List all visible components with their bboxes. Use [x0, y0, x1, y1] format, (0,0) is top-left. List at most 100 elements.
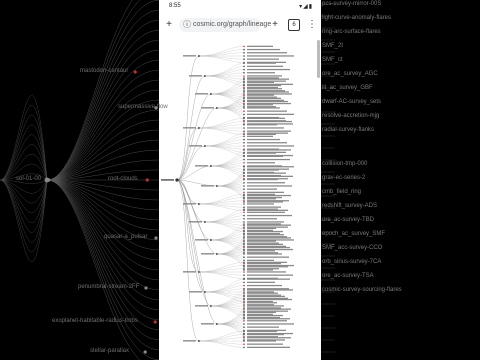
tree-leaf-node[interactable] [243, 162, 245, 164]
tree-leaf-node[interactable] [243, 117, 245, 120]
tree-leaf-node[interactable] [243, 295, 245, 298]
tree-leaf-node[interactable] [243, 261, 245, 264]
tree-leaf-node[interactable] [243, 132, 245, 134]
tree-leaf-node[interactable] [243, 253, 245, 255]
tree-leaf-node[interactable] [243, 155, 245, 158]
tree-leaf-node[interactable] [243, 304, 245, 306]
tree-leaf-node[interactable] [243, 145, 245, 147]
tree-leaf-node[interactable] [243, 80, 245, 82]
tree-leaf-node[interactable] [243, 135, 245, 138]
tree-leaf-node[interactable] [243, 333, 245, 336]
tree-leaf-node[interactable] [243, 264, 245, 267]
tree-leaf-node[interactable] [243, 316, 245, 319]
plus-icon[interactable]: + [163, 19, 175, 31]
tree-leaf-node[interactable] [243, 320, 245, 322]
tree-leaf-node[interactable] [243, 223, 245, 225]
tree-leaf-node[interactable] [243, 62, 245, 64]
tree-leaf-node[interactable] [243, 72, 245, 74]
tree-leaf-node[interactable] [243, 142, 245, 144]
tree-leaf-node[interactable] [243, 250, 245, 252]
tree-leaf-node[interactable] [243, 77, 245, 79]
tree-leaf-node[interactable] [243, 289, 245, 291]
tree-leaf-node[interactable] [243, 259, 245, 262]
tree-leaf-node[interactable] [243, 218, 245, 220]
tree-leaf-node[interactable] [243, 200, 245, 202]
tree-leaf-node[interactable] [243, 323, 245, 325]
tree-leaf-node[interactable] [243, 214, 245, 217]
tree-leaf-node[interactable] [243, 203, 245, 205]
tree-leaf-node[interactable] [243, 326, 245, 329]
tree-leaf-node[interactable] [243, 88, 245, 90]
tree-leaf-node[interactable] [243, 52, 245, 54]
tree-leaf-node[interactable] [243, 229, 245, 232]
tree-leaf-node[interactable] [243, 124, 245, 126]
tree-leaf-node[interactable] [243, 182, 245, 184]
tree-leaf-node[interactable] [243, 330, 245, 333]
tree-leaf-node[interactable] [243, 226, 245, 228]
tree-leaf-node[interactable] [243, 188, 245, 190]
tree-leaf-node[interactable] [243, 94, 245, 96]
tree-leaf-node[interactable] [243, 45, 245, 48]
tree-leaf-node[interactable] [243, 313, 245, 316]
tree-leaf-node[interactable] [243, 234, 245, 236]
scrollbar[interactable] [317, 40, 320, 78]
tree-leaf-node[interactable] [243, 169, 245, 171]
tree-leaf-node[interactable] [243, 240, 245, 242]
tree-leaf-node[interactable] [243, 268, 245, 270]
tree-leaf-node[interactable] [243, 274, 245, 276]
tree-leaf-node[interactable] [243, 175, 245, 178]
tree-leaf-node[interactable] [243, 130, 245, 132]
tree-leaf-node[interactable] [243, 178, 245, 181]
info-icon[interactable]: ⓘ [183, 20, 191, 30]
tree-leaf-node[interactable] [243, 113, 245, 116]
tree-leaf-node[interactable] [243, 346, 245, 349]
address-bar[interactable]: ⓘ cosmic.org/graph/lineage [179, 18, 271, 32]
tree-leaf-node[interactable] [243, 191, 245, 194]
tree-leaf-node[interactable] [243, 107, 245, 109]
tree-leaf-node[interactable] [243, 196, 245, 199]
tree-leaf-node[interactable] [243, 120, 245, 123]
tree-leaf-node[interactable] [243, 243, 245, 246]
url-text[interactable]: cosmic.org/graph/lineage [193, 21, 271, 28]
tree-leaf-node[interactable] [243, 149, 245, 151]
tree-leaf-node[interactable] [243, 83, 245, 86]
tree-leaf-node[interactable] [243, 340, 245, 342]
tree-leaf-node[interactable] [243, 302, 245, 304]
tree-leaf-node[interactable] [243, 310, 245, 313]
tree-leaf-node[interactable] [243, 100, 245, 103]
tree-leaf-node[interactable] [243, 166, 245, 168]
tree-leaf-node[interactable] [243, 281, 245, 284]
tree-leaf-node[interactable] [243, 307, 245, 309]
tree-leaf-node[interactable] [243, 271, 245, 273]
tree-leaf-node[interactable] [243, 65, 245, 68]
tree-leaf-node[interactable] [243, 138, 245, 141]
tree-leaf-node[interactable] [243, 75, 245, 77]
tree-leaf-node[interactable] [243, 246, 245, 249]
tree-leaf-node[interactable] [243, 284, 245, 287]
tree-leaf-node[interactable] [243, 343, 245, 346]
tree-leaf-node[interactable] [243, 55, 245, 57]
tree-leaf-node[interactable] [243, 298, 245, 301]
tree-leaf-node[interactable] [243, 110, 245, 112]
tree-leaf-node[interactable] [243, 152, 245, 154]
tree-leaf-node[interactable] [243, 237, 245, 239]
tree-leaf-node[interactable] [243, 206, 245, 208]
tree-leaf-node[interactable] [243, 221, 245, 223]
tree-leaf-node[interactable] [243, 172, 245, 174]
tree-leaf-node[interactable] [243, 104, 245, 106]
tree-leaf-node[interactable] [243, 208, 245, 210]
tree-leaf-node[interactable] [243, 185, 245, 187]
tree-leaf-node[interactable] [243, 68, 245, 71]
tree-leaf-node[interactable] [243, 337, 245, 339]
tree-root-node[interactable] [175, 178, 179, 182]
tree-leaf-node[interactable] [243, 58, 245, 60]
tree-leaf-node[interactable] [243, 193, 245, 196]
tree-leaf-node[interactable] [243, 211, 245, 214]
tab-switcher-button[interactable]: 6 [288, 19, 300, 31]
tree-leaf-node[interactable] [243, 97, 245, 100]
tree-leaf-node[interactable] [243, 127, 245, 129]
tree-leaf-node[interactable] [243, 158, 245, 161]
tree-leaf-node[interactable] [243, 292, 245, 295]
tree-leaf-node[interactable] [243, 256, 245, 258]
tree-leaf-node[interactable] [243, 91, 245, 93]
